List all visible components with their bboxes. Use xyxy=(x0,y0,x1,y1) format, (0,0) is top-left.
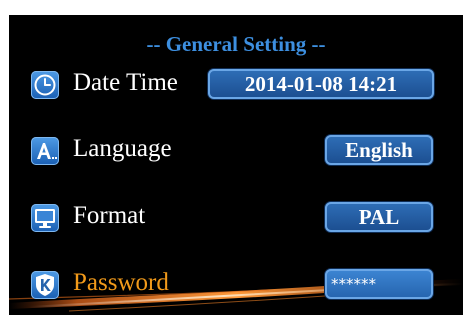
date-time-field[interactable]: 2014-01-08 14:21 xyxy=(208,69,434,99)
setting-label: Language xyxy=(73,135,172,162)
language-select[interactable]: English xyxy=(325,135,433,165)
setting-label: Format xyxy=(73,202,146,229)
key-icon xyxy=(31,271,59,299)
setting-row-password[interactable]: Password ****** xyxy=(9,265,463,305)
password-field[interactable]: ****** xyxy=(325,269,433,299)
monitor-icon xyxy=(31,204,59,232)
setting-row-format[interactable]: Format PAL xyxy=(9,198,463,238)
format-select[interactable]: PAL xyxy=(325,202,433,232)
setting-row-language[interactable]: Language English xyxy=(9,131,463,171)
page-title: -- General Setting -- xyxy=(146,32,326,56)
setting-label: Date Time xyxy=(73,69,178,96)
language-icon xyxy=(31,137,59,165)
clock-icon xyxy=(31,71,59,99)
settings-screen: -- General Setting -- Date Time 2014-01-… xyxy=(9,15,463,315)
setting-label: Password xyxy=(73,269,169,296)
setting-row-date-time[interactable]: Date Time 2014-01-08 14:21 xyxy=(9,65,463,105)
